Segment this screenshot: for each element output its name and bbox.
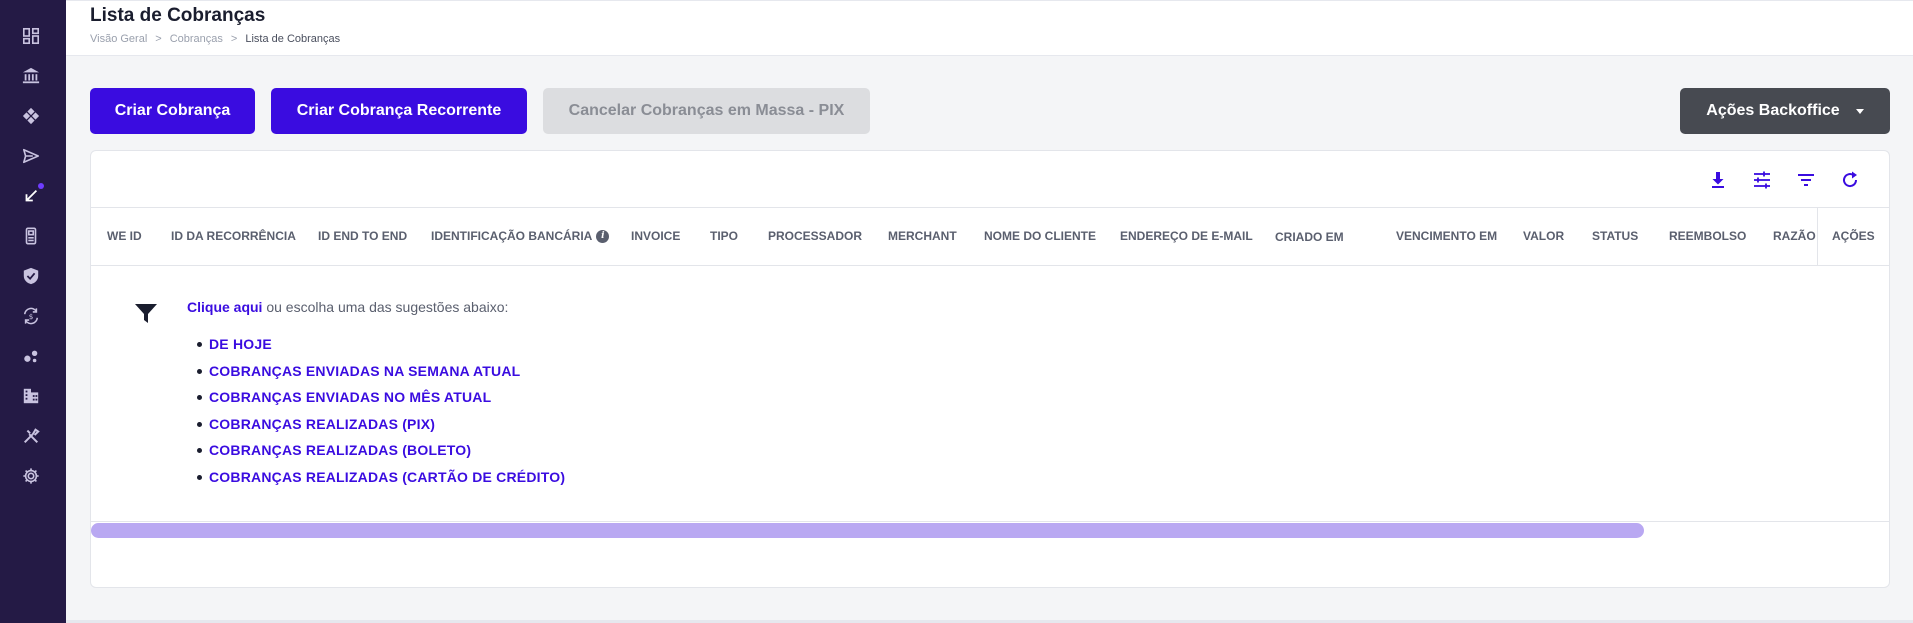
suggestions-list: DE HOJE COBRANÇAS ENVIADAS NA SEMANA ATU… bbox=[191, 331, 565, 491]
suggestion-link[interactable]: COBRANÇAS ENVIADAS NA SEMANA ATUAL bbox=[191, 358, 565, 385]
column-header[interactable]: INVOICE bbox=[631, 208, 680, 265]
breadcrumb-item-overview[interactable]: Visão Geral bbox=[90, 33, 147, 45]
column-header[interactable]: ID END TO END bbox=[318, 208, 407, 265]
click-here-link[interactable]: Clique aqui bbox=[187, 299, 262, 315]
notification-dot bbox=[38, 183, 44, 189]
chevron-down-icon bbox=[1855, 108, 1864, 114]
column-header-actions: AÇÕES bbox=[1832, 229, 1875, 243]
column-header[interactable]: RAZÃO I bbox=[1773, 208, 1817, 265]
column-header[interactable]: PROCESSADOR bbox=[768, 208, 862, 265]
column-header[interactable]: ENDEREÇO DE E-MAIL bbox=[1120, 208, 1253, 265]
gear-icon[interactable] bbox=[21, 466, 41, 486]
tune-icon[interactable] bbox=[1751, 169, 1773, 191]
breadcrumb-item-current: Lista de Cobranças bbox=[245, 33, 341, 45]
page-title: Lista de Cobranças bbox=[90, 5, 266, 26]
info-icon[interactable]: i bbox=[596, 230, 610, 244]
empty-state-text: ou escolha uma das sugestões abaixo: bbox=[262, 299, 509, 315]
svg-text:$: $ bbox=[29, 312, 34, 321]
suggestion-link[interactable]: COBRANÇAS ENVIADAS NO MÊS ATUAL bbox=[191, 384, 565, 411]
filter-funnel-icon bbox=[133, 301, 159, 327]
receive-icon[interactable] bbox=[21, 186, 41, 206]
actions-column: AÇÕES bbox=[1817, 208, 1889, 265]
backoffice-actions-label: Ações Backoffice bbox=[1706, 102, 1840, 119]
column-header[interactable]: TIPO bbox=[710, 208, 738, 265]
backoffice-actions-dropdown[interactable]: Ações Backoffice bbox=[1680, 88, 1890, 134]
send-icon[interactable] bbox=[21, 146, 41, 166]
column-header-label: IDENTIFICAÇÃO BANCÁRIA bbox=[431, 229, 593, 243]
column-header[interactable]: STATUS bbox=[1592, 208, 1638, 265]
suggestion-link[interactable]: COBRANÇAS REALIZADAS (PIX) bbox=[191, 411, 565, 438]
currency-exchange-icon[interactable]: $ bbox=[21, 306, 41, 326]
breadcrumb-separator: > bbox=[230, 33, 238, 45]
tools-icon[interactable] bbox=[21, 426, 41, 446]
column-header[interactable]: CRIADO EM bbox=[1275, 209, 1344, 266]
cubes-icon[interactable] bbox=[21, 106, 41, 126]
building-icon[interactable] bbox=[21, 386, 41, 406]
pos-terminal-icon[interactable] bbox=[21, 226, 41, 246]
create-recurring-charge-button[interactable]: Criar Cobrança Recorrente bbox=[271, 88, 527, 134]
cancel-mass-pix-button[interactable]: Cancelar Cobranças em Massa - PIX bbox=[543, 88, 870, 134]
column-header[interactable]: NOME DO CLIENTE bbox=[984, 208, 1096, 265]
bubbles-icon[interactable] bbox=[21, 346, 41, 366]
column-header[interactable]: REEMBOLSO bbox=[1669, 208, 1746, 265]
refresh-icon[interactable] bbox=[1839, 169, 1861, 191]
dashboard-icon[interactable] bbox=[21, 26, 41, 46]
horizontal-scroll-track bbox=[91, 521, 1889, 522]
download-icon[interactable] bbox=[1707, 169, 1729, 191]
breadcrumb-item-charges[interactable]: Cobranças bbox=[170, 33, 223, 45]
column-header-bank-id[interactable]: IDENTIFICAÇÃO BANCÁRIA i bbox=[431, 208, 610, 265]
create-charge-button[interactable]: Criar Cobrança bbox=[90, 88, 255, 134]
bank-icon[interactable] bbox=[21, 66, 41, 86]
page-header: Lista de Cobranças Visão Geral > Cobranç… bbox=[66, 0, 1913, 56]
column-header[interactable]: VALOR bbox=[1523, 208, 1564, 265]
empty-state-message: Clique aqui ou escolha uma das sugestões… bbox=[187, 299, 508, 315]
filter-lines-icon[interactable] bbox=[1795, 169, 1817, 191]
suggestion-link[interactable]: COBRANÇAS REALIZADAS (BOLETO) bbox=[191, 437, 565, 464]
suggestion-link[interactable]: DE HOJE bbox=[191, 331, 565, 358]
charges-table-card: WE ID ID DA RECORRÊNCIA ID END TO END ID… bbox=[90, 150, 1890, 588]
horizontal-scrollbar[interactable] bbox=[91, 523, 1644, 538]
table-header: WE ID ID DA RECORRÊNCIA ID END TO END ID… bbox=[91, 207, 1889, 266]
shield-check-icon[interactable] bbox=[21, 266, 41, 286]
column-header[interactable]: VENCIMENTO EM bbox=[1396, 208, 1497, 265]
breadcrumb-separator: > bbox=[155, 33, 162, 45]
column-header[interactable]: WE ID bbox=[107, 208, 142, 265]
column-header[interactable]: ID DA RECORRÊNCIA bbox=[171, 208, 296, 265]
column-header[interactable]: MERCHANT bbox=[888, 208, 957, 265]
sidebar: $ bbox=[0, 0, 66, 623]
suggestion-link[interactable]: COBRANÇAS REALIZADAS (CARTÃO DE CRÉDITO) bbox=[191, 464, 565, 491]
breadcrumb: Visão Geral > Cobranças > Lista de Cobra… bbox=[90, 33, 340, 45]
